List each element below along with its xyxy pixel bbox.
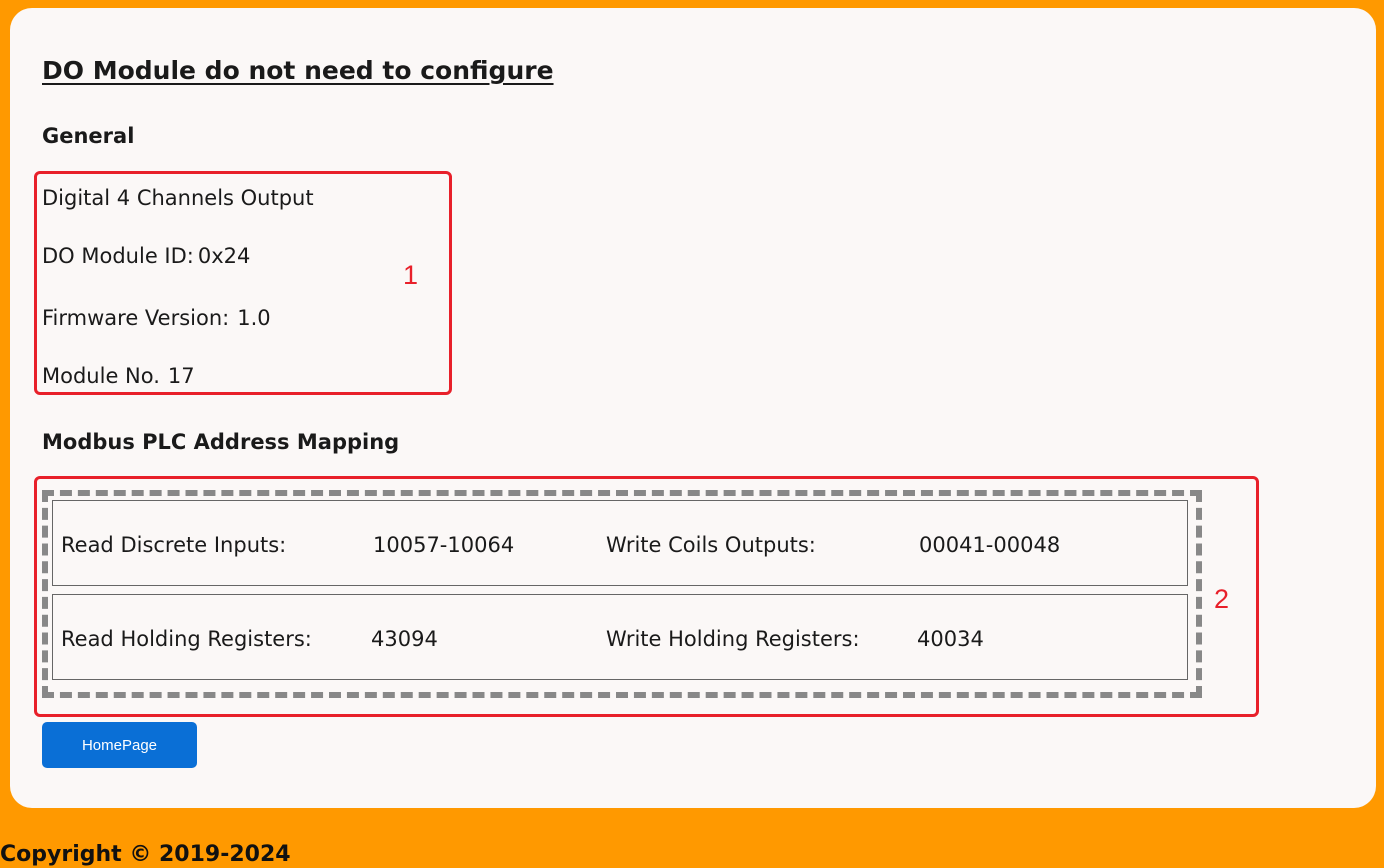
read-discrete-inputs-value: 10057-10064 (373, 533, 515, 557)
module-no-label: Module No. (42, 364, 160, 388)
module-type: Digital 4 Channels Output (42, 186, 314, 210)
write-holding-registers-value: 40034 (917, 627, 984, 651)
write-coils-outputs-value: 00041-00048 (919, 533, 1061, 557)
module-type-text: Digital 4 Channels Output (42, 186, 314, 210)
read-holding-registers-label: Read Holding Registers: (61, 627, 312, 651)
table-row: Read Holding Registers: 43094 Write Hold… (52, 594, 1188, 680)
annotation-marker-2: 2 (1214, 584, 1230, 614)
copyright-footer: Copyright © 2019-2024 (0, 842, 291, 867)
homepage-button[interactable]: HomePage (42, 722, 197, 768)
module-id-value: 0x24 (197, 244, 251, 268)
table-row: Read Discrete Inputs: 10057-10064 Write … (52, 500, 1188, 586)
firmware-line: Firmware Version: 1.0 (42, 306, 271, 330)
general-heading: General (42, 124, 135, 148)
module-no-value: 17 (167, 364, 195, 388)
module-id-label: DO Module ID: (42, 244, 194, 268)
annotation-marker-1: 1 (403, 260, 419, 290)
module-no-line: Module No. 17 (42, 364, 195, 388)
write-coils-outputs-label: Write Coils Outputs: (606, 533, 816, 557)
modbus-mapping-table: Read Discrete Inputs: 10057-10064 Write … (42, 490, 1202, 698)
page-title: DO Module do not need to configure (42, 56, 554, 85)
write-holding-registers-label: Write Holding Registers: (606, 627, 860, 651)
read-holding-registers-value: 43094 (371, 627, 438, 651)
firmware-value: 1.0 (237, 306, 271, 330)
read-discrete-inputs-label: Read Discrete Inputs: (61, 533, 287, 557)
module-id-line: DO Module ID: 0x24 (42, 244, 250, 268)
firmware-label: Firmware Version: (42, 306, 230, 330)
modbus-heading: Modbus PLC Address Mapping (42, 430, 400, 454)
